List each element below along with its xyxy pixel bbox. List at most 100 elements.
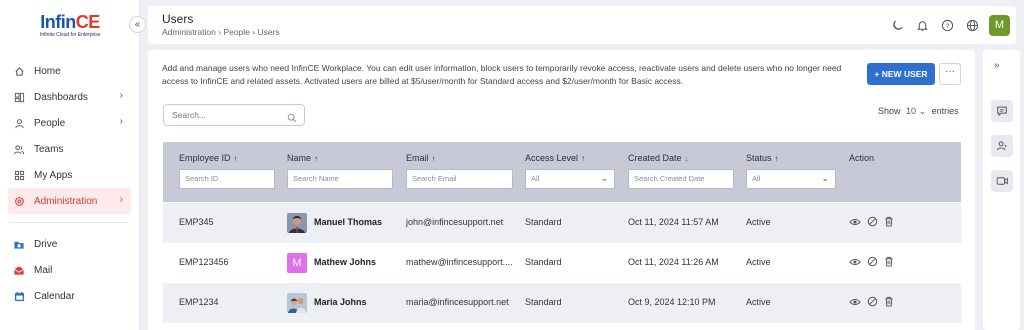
sidebar-item-teams[interactable]: Teams bbox=[0, 136, 139, 162]
new-user-button[interactable]: + NEW USER bbox=[867, 63, 935, 85]
teams-icon bbox=[13, 143, 25, 155]
chevron-right-icon: › bbox=[119, 116, 123, 127]
sidebar-item-home[interactable]: Home bbox=[0, 58, 139, 84]
status-cell: Active bbox=[746, 257, 771, 267]
sidebar-item-administration[interactable]: Administration › bbox=[8, 188, 131, 214]
top-header: Users Administration › People › Users ? … bbox=[148, 6, 1016, 44]
delete-trash-icon[interactable] bbox=[884, 296, 894, 307]
filter-employee-id-input[interactable]: Search ID bbox=[179, 169, 275, 189]
person-icon bbox=[13, 117, 25, 129]
breadcrumb: Administration › People › Users bbox=[162, 27, 280, 37]
breadcrumb-users: Users bbox=[257, 27, 280, 37]
logo-tagline: Infinite Cloud for Enterprise bbox=[40, 32, 101, 38]
sidebar-item-drive[interactable]: Drive bbox=[0, 231, 139, 257]
page-title: Users bbox=[162, 12, 194, 26]
user-photo-avatar bbox=[287, 213, 307, 233]
row-actions bbox=[849, 216, 900, 227]
column-header-created-date[interactable]: Created Date ↓ bbox=[628, 153, 689, 163]
user-name[interactable]: Manuel Thomas bbox=[314, 217, 382, 227]
column-header-access-level[interactable]: Access Level ↑ bbox=[525, 153, 585, 163]
table-row[interactable]: EMP1234 Maria Johns maria@infincesupport… bbox=[163, 283, 961, 323]
delete-trash-icon[interactable] bbox=[884, 216, 894, 227]
block-icon[interactable] bbox=[867, 216, 878, 227]
double-chevron-right-icon[interactable]: » bbox=[994, 60, 1000, 71]
sidebar-item-label: Dashboards bbox=[34, 91, 88, 103]
email-cell: maria@infincesupport.net bbox=[406, 297, 509, 307]
sidebar-item-calendar[interactable]: Calendar bbox=[0, 283, 139, 309]
sort-desc-icon: ↓ bbox=[684, 154, 689, 163]
sidebar-item-mail[interactable]: Mail bbox=[0, 257, 139, 283]
sidebar-item-label: Administration bbox=[34, 195, 98, 207]
access-level-cell: Standard bbox=[525, 257, 562, 267]
table-row[interactable]: EMP345 Manuel Thomas john@infincesupport… bbox=[163, 203, 961, 243]
user-avatar[interactable]: M bbox=[989, 14, 1010, 36]
sort-arrow-icon: ↑ bbox=[774, 154, 779, 163]
email-cell: john@infincesupport.net bbox=[406, 217, 504, 227]
chevron-right-icon: › bbox=[119, 194, 123, 205]
user-name[interactable]: Mathew Johns bbox=[314, 257, 376, 267]
dashboard-icon bbox=[13, 91, 25, 103]
filter-access-level-select[interactable]: All ⌄ bbox=[525, 169, 615, 189]
table-header: Employee ID ↑ Name ↑ Email ↑ Access Level ↑ … bbox=[163, 142, 961, 202]
delete-trash-icon[interactable] bbox=[884, 256, 894, 267]
status-cell: Active bbox=[746, 217, 771, 227]
column-header-status[interactable]: Status ↑ bbox=[746, 153, 779, 163]
right-tool-panel: » bbox=[983, 50, 1020, 330]
block-icon[interactable] bbox=[867, 296, 878, 307]
employee-id-cell: EMP345 bbox=[179, 217, 214, 227]
filter-name-input[interactable]: Search Name bbox=[287, 169, 393, 189]
view-eye-icon[interactable] bbox=[849, 257, 861, 267]
filter-email-input[interactable]: Search Email bbox=[406, 169, 513, 189]
column-header-name[interactable]: Name ↑ bbox=[287, 153, 318, 163]
table-row[interactable]: EMP123456 M Mathew Johns mathew@infinces… bbox=[163, 243, 961, 283]
sidebar-item-dashboards[interactable]: Dashboards › bbox=[0, 84, 139, 110]
column-header-employee-id[interactable]: Employee ID ↑ bbox=[179, 153, 238, 163]
access-level-cell: Standard bbox=[525, 297, 562, 307]
sidebar-item-label: My Apps bbox=[34, 169, 73, 181]
more-options-button[interactable]: ··· bbox=[939, 63, 961, 85]
created-date-cell: Oct 11, 2024 11:26 AM bbox=[628, 257, 719, 267]
row-actions bbox=[849, 256, 900, 267]
page-size-select[interactable]: 10 ⌄ bbox=[906, 106, 926, 116]
employee-id-cell: EMP123456 bbox=[179, 257, 229, 267]
sort-arrow-icon: ↑ bbox=[431, 154, 436, 163]
search-input[interactable]: Search... bbox=[163, 104, 305, 126]
infince-logo[interactable]: InfinCE Infinite Cloud for Enterprise bbox=[40, 12, 101, 38]
sort-arrow-icon: ↑ bbox=[233, 154, 238, 163]
video-call-icon[interactable] bbox=[991, 170, 1013, 192]
view-eye-icon[interactable] bbox=[849, 297, 861, 307]
admin-icon bbox=[13, 195, 25, 207]
user-photo-avatar bbox=[287, 293, 307, 313]
globe-icon[interactable] bbox=[961, 14, 983, 36]
sort-arrow-icon: ↑ bbox=[314, 154, 319, 163]
header-actions: ? M bbox=[883, 14, 1010, 36]
filter-status-select[interactable]: All ⌄ bbox=[746, 169, 836, 189]
user-initial-avatar: M bbox=[287, 253, 307, 273]
collapse-sidebar-button[interactable]: « bbox=[129, 16, 146, 33]
access-level-cell: Standard bbox=[525, 217, 562, 227]
chat-icon[interactable] bbox=[991, 100, 1013, 122]
home-icon bbox=[13, 65, 25, 77]
breadcrumb-people[interactable]: People bbox=[223, 27, 249, 37]
svg-text:?: ? bbox=[945, 22, 949, 29]
breadcrumb-administration[interactable]: Administration bbox=[162, 27, 216, 37]
block-icon[interactable] bbox=[867, 256, 878, 267]
search-icon bbox=[287, 110, 297, 130]
sidebar-item-people[interactable]: People › bbox=[0, 110, 139, 136]
double-chevron-left-icon: « bbox=[134, 19, 141, 30]
user-name[interactable]: Maria Johns bbox=[314, 297, 367, 307]
status-cell: Active bbox=[746, 297, 771, 307]
notification-bell-icon[interactable] bbox=[911, 14, 933, 36]
chevron-down-icon: ⌄ bbox=[918, 106, 927, 116]
view-eye-icon[interactable] bbox=[849, 217, 861, 227]
help-icon[interactable]: ? bbox=[936, 14, 958, 36]
dark-mode-icon[interactable] bbox=[886, 14, 908, 36]
sidebar-item-my-apps[interactable]: My Apps bbox=[0, 162, 139, 188]
column-header-email[interactable]: Email ↑ bbox=[406, 153, 436, 163]
sidebar: InfinCE Infinite Cloud for Enterprise Ho… bbox=[0, 0, 140, 330]
column-header-action: Action bbox=[849, 153, 875, 163]
filter-created-date-input[interactable]: Search Created Date bbox=[628, 169, 734, 189]
sort-arrow-icon: ↑ bbox=[581, 154, 586, 163]
sidebar-item-label: Teams bbox=[34, 143, 64, 155]
contacts-icon[interactable] bbox=[991, 135, 1013, 157]
